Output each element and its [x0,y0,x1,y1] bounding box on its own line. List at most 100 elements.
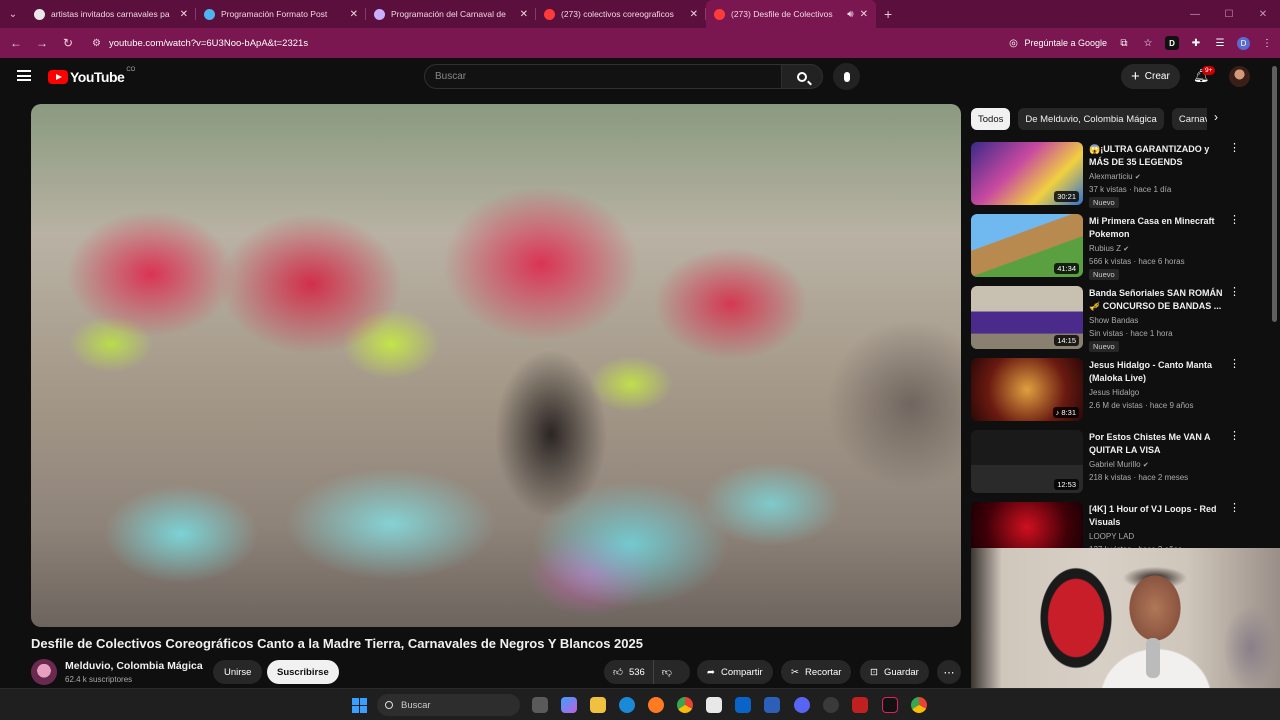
tiktok-icon[interactable] [882,697,898,713]
video-duration: 41:34 [1054,263,1079,274]
edge-icon[interactable] [619,697,635,713]
search-input[interactable]: Buscar [424,64,782,89]
recommendation-item[interactable]: ♪ 8:31 Jesus Hidalgo - Canto Manta (Malok… [971,356,1241,428]
browser-tab[interactable]: (273) Desfile de Colectivos 🔊︎ ✕ [706,0,876,28]
url-field[interactable]: ⚙ youtube.com/watch?v=6U3Noo-bApA&t=2321… [92,38,308,49]
like-button[interactable]: 👍︎ 536 [604,660,654,684]
recommendation-item[interactable]: 41:34 Mi Primera Casa en Minecraft Pokemo… [971,212,1241,284]
browser-tab[interactable]: Programación Formato Post ✕ [196,0,366,28]
more-actions-button[interactable]: ⋯ [937,660,961,684]
speaker-icon[interactable]: 🔊︎ [847,9,853,20]
windows-start-icon[interactable] [352,698,367,713]
dislike-button[interactable]: 👎︎ [654,666,680,678]
recommendation-title[interactable]: 😱¡ULTRA GARANTIZADO y MÁS DE 35 LEGENDS … [1089,143,1227,169]
browser-tab[interactable]: Programación del Carnaval de ✕ [366,0,536,28]
forward-icon[interactable]: → [30,36,54,50]
channel-name[interactable]: Melduvio, Colombia Mágica [65,660,203,672]
more-options-icon[interactable]: ⋮ [1229,359,1240,370]
outlook-icon[interactable] [735,697,751,713]
recommendation-item[interactable]: 14:15 Banda Señoriales SAN ROMÁN 🎺 CONCUR… [971,284,1241,356]
recommendation-thumbnail[interactable]: 12:53 [971,430,1083,493]
youtube-logo[interactable]: YouTube CO [48,67,135,85]
recommendation-item[interactable]: 30:21 😱¡ULTRA GARANTIZADO y MÁS DE 35 LEG… [971,140,1241,212]
reload-icon[interactable]: ↻ [56,36,80,50]
recommendation-channel[interactable]: Jesus Hidalgo [1089,388,1139,397]
recommendation-channel[interactable]: Alexmarticiu ✔ [1089,172,1141,181]
bookmark-star-icon[interactable]: ☆ [1141,36,1155,50]
discord-icon[interactable] [794,697,810,713]
chip-channel[interactable]: De Melduvio, Colombia Mágica [1018,108,1164,130]
recommendation-item[interactable]: 12:53 Por Estos Chistes Me VAN A QUITAR L… [971,428,1241,500]
back-icon[interactable]: ← [4,36,28,50]
more-options-icon[interactable]: ⋮ [1229,215,1240,226]
recommendation-channel[interactable]: Rubius Z ✔ [1089,244,1129,253]
chevron-right-icon[interactable]: › [1214,110,1218,124]
recommendation-channel[interactable]: LOOPY LAD [1089,532,1134,541]
browser-tab[interactable]: (273) colectivos coreograficos ✕ [536,0,706,28]
copilot-icon[interactable] [561,697,577,713]
recommendation-title[interactable]: Mi Primera Casa en Minecraft Pokemon [1089,215,1227,241]
site-info-icon[interactable]: ⚙ [92,38,101,49]
join-button[interactable]: Unirse [213,660,263,684]
chip-all[interactable]: Todos [971,108,1011,130]
recommendation-channel[interactable]: Gabriel Murillo ✔ [1089,460,1149,469]
guide-menu-icon[interactable] [17,70,31,81]
more-options-icon[interactable]: ⋮ [1229,287,1240,298]
recommendation-title[interactable]: Banda Señoriales SAN ROMÁN 🎺 CONCURSO DE… [1089,287,1227,313]
recommendation-channel[interactable]: Show Bandas [1089,316,1138,325]
more-options-icon[interactable]: ⋮ [1229,143,1240,154]
firefox-icon[interactable] [648,697,664,713]
more-options-icon[interactable]: ⋮ [1229,431,1240,442]
close-window-button[interactable]: ✕ [1246,0,1280,28]
taskbar-search[interactable]: Buscar [377,694,520,716]
store-icon[interactable] [706,697,722,713]
tab-favicon-icon [714,8,725,20]
subscribe-button[interactable]: Suscribirse [267,660,339,684]
create-button[interactable]: + Crear [1121,64,1180,89]
clip-button[interactable]: ✂ Recortar [781,660,852,684]
browser-tab[interactable]: artistas invitados carnavales pa ✕ [26,0,196,28]
browser-menu-icon[interactable]: ⋮ [1260,36,1274,50]
save-button[interactable]: ⊡ Guardar [860,660,929,684]
task-view-icon[interactable] [532,697,548,713]
page-scrollbar[interactable] [1272,66,1277,322]
tab-close-icon[interactable]: ✕ [180,9,188,20]
tab-close-icon[interactable]: ✕ [520,9,528,20]
recommendation-title[interactable]: Por Estos Chistes Me VAN A QUITAR LA VIS… [1089,431,1227,457]
channel-avatar[interactable] [31,659,57,685]
video-player[interactable] [31,104,961,627]
tab-close-icon[interactable]: ✕ [690,9,698,20]
file-explorer-icon[interactable] [590,697,606,713]
recommendation-title[interactable]: Jesus Hidalgo - Canto Manta (Maloka Live… [1089,359,1227,385]
search-button[interactable] [781,64,823,89]
chrome-icon[interactable] [677,697,693,713]
minimize-button[interactable]: — [1178,0,1212,28]
voice-search-button[interactable] [833,63,860,90]
tab-close-icon[interactable]: ✕ [350,9,358,20]
extensions-icon[interactable]: ✚ [1189,36,1203,50]
recommendation-thumbnail[interactable]: 41:34 [971,214,1083,277]
recommendation-thumbnail[interactable]: ♪ 8:31 [971,358,1083,421]
install-app-icon[interactable]: ⧉ [1117,36,1131,50]
more-options-icon[interactable]: ⋮ [1229,503,1240,514]
new-tab-button[interactable]: + [884,6,892,22]
obs-icon[interactable] [823,697,839,713]
recommendation-thumbnail[interactable]: 30:21 [971,142,1083,205]
recommendation-thumbnail[interactable]: 14:15 [971,286,1083,349]
chip-carnaval[interactable]: Carnaval [1171,108,1207,130]
reading-list-icon[interactable]: ☰ [1213,36,1227,50]
capcut-icon[interactable] [852,697,868,713]
ask-google-button[interactable]: ◎ Pregúntale a Google [1006,36,1107,50]
share-button[interactable]: ➦ Compartir [697,660,773,684]
recommendation-title[interactable]: [4K] 1 Hour of VJ Loops - Red Visuals [1089,503,1227,529]
extension-d-icon[interactable]: D [1165,36,1179,50]
user-avatar[interactable] [1229,66,1250,87]
word-icon[interactable] [764,697,780,713]
chrome-profile-icon[interactable] [911,697,927,713]
thumbs-up-icon: 👍︎ [613,667,623,678]
maximize-button[interactable]: ☐ [1212,0,1246,28]
profile-avatar[interactable]: D [1237,36,1250,50]
tab-close-icon[interactable]: ✕ [860,9,868,20]
address-bar-row: ← → ↻ ⚙ youtube.com/watch?v=6U3Noo-bApA&… [0,28,1280,58]
tab-search-icon[interactable]: ⌄ [0,0,26,28]
